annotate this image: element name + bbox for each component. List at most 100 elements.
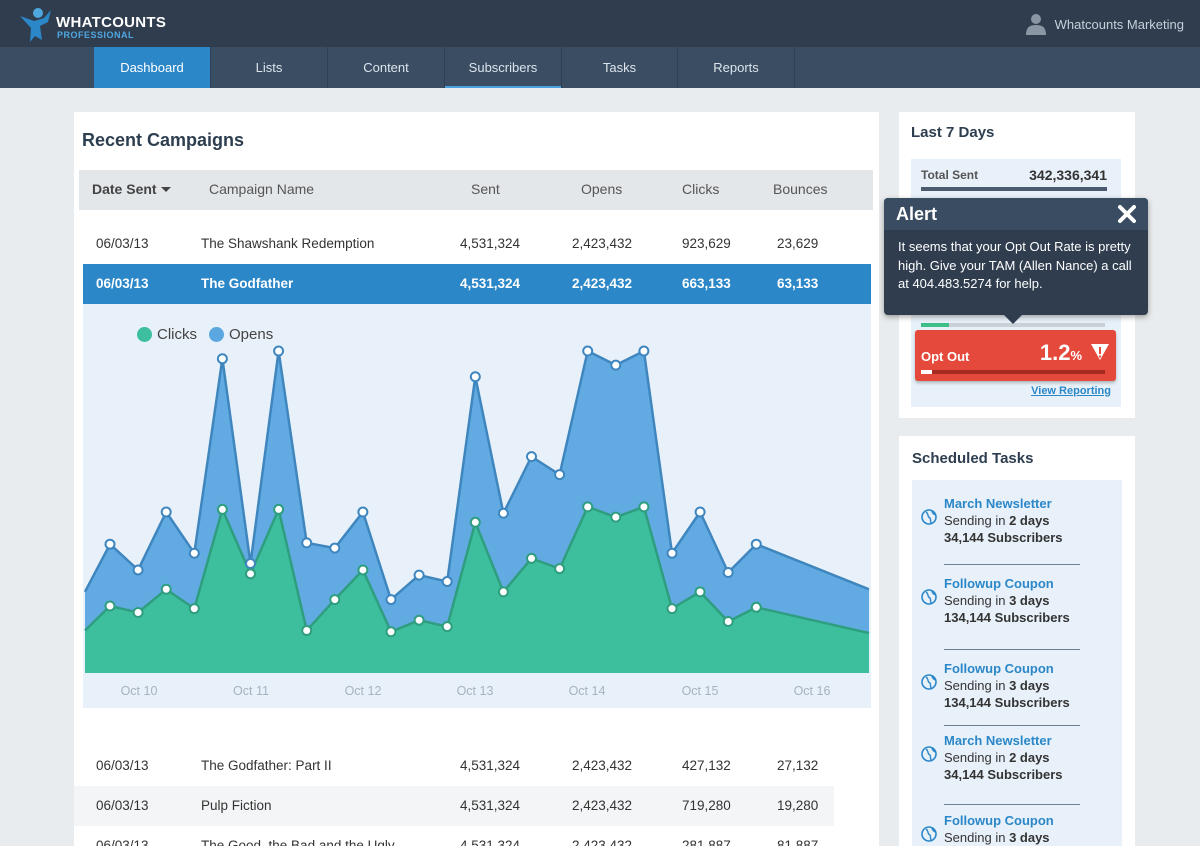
task-when-prefix: Sending in (944, 513, 1010, 528)
data-point-opens (722, 567, 734, 579)
optout-label: Opt Out (921, 349, 970, 364)
cell-bounces: 23,629 (777, 236, 819, 251)
x-tick-label: Oct 16 (793, 684, 831, 698)
data-point-opens (385, 594, 397, 606)
total-sent-value: 342,336,341 (1029, 167, 1107, 183)
task-when: Sending in 2 days (944, 750, 1050, 765)
task-item[interactable]: Followup Coupon Sending in 3 days 134,14… (912, 560, 1122, 650)
tab-reports[interactable]: Reports (678, 47, 795, 88)
tab-lists[interactable]: Lists (211, 47, 328, 88)
data-point-opens (554, 469, 566, 481)
cell-date: 06/03/13 (96, 838, 149, 846)
col-date-sent-label: Date Sent (92, 181, 157, 197)
task-item[interactable]: March Newsletter Sending in 2 days 34,14… (912, 480, 1122, 565)
legend-opens[interactable]: Opens (209, 326, 273, 343)
alert-header: Alert (884, 198, 1148, 230)
task-when-value: 3 days (1009, 678, 1050, 693)
task-item[interactable]: March Newsletter Sending in 2 days 34,14… (912, 717, 1122, 805)
tab-subscribers[interactable]: Subscribers (445, 47, 562, 88)
data-point-clicks (441, 621, 453, 633)
data-point-clicks (160, 583, 172, 595)
data-point-opens (160, 506, 172, 518)
table-row[interactable]: 06/03/13 The Good, the Bad and the Ugly … (74, 826, 834, 846)
logo-sub: PROFESSIONAL (57, 30, 135, 40)
tab-tasks[interactable]: Tasks (562, 47, 678, 88)
data-point-clicks (216, 503, 228, 515)
main-nav: Dashboard Lists Content Subscribers Task… (0, 47, 1200, 88)
task-name[interactable]: March Newsletter (944, 496, 1052, 511)
table-row[interactable]: 06/03/13 Pulp Fiction 4,531,324 2,423,43… (74, 786, 834, 826)
cell-date: 06/03/13 (96, 798, 149, 813)
data-point-clicks (722, 615, 734, 627)
tasks-list: March Newsletter Sending in 2 days 34,14… (912, 480, 1122, 846)
task-item[interactable]: Followup Coupon Sending in 3 days (912, 797, 1122, 846)
cell-sent: 4,531,324 (460, 276, 521, 291)
cell-clicks: 427,132 (682, 758, 731, 773)
optout-card[interactable]: Opt Out 1.2% (915, 330, 1116, 381)
task-when-prefix: Sending in (944, 750, 1010, 765)
task-when: Sending in 3 days (944, 830, 1050, 845)
task-name[interactable]: Followup Coupon (944, 813, 1054, 828)
data-point-opens (750, 538, 762, 550)
legend-opens-label: Opens (229, 326, 274, 343)
optout-unit: % (1070, 348, 1082, 363)
data-point-opens (357, 506, 369, 518)
cell-sent: 4,531,324 (460, 798, 521, 813)
cell-opens: 2,423,432 (572, 276, 633, 291)
task-name[interactable]: March Newsletter (944, 733, 1052, 748)
task-name[interactable]: Followup Coupon (944, 576, 1054, 591)
task-subscribers: 34,144 Subscribers (944, 767, 1063, 782)
cell-sent: 4,531,324 (460, 758, 521, 773)
recent-campaigns-panel: Recent Campaigns Date Sent Campaign Name… (74, 112, 879, 846)
col-clicks[interactable]: Clicks (682, 181, 719, 197)
data-point-clicks (188, 603, 200, 615)
total-sent-label: Total Sent (921, 168, 979, 182)
col-campaign-name[interactable]: Campaign Name (209, 181, 314, 197)
alert-popover: Alert It seems that your Opt Out Rate is… (884, 198, 1148, 324)
data-point-opens (582, 345, 594, 357)
cell-date: 06/03/13 (96, 236, 149, 251)
col-sent[interactable]: Sent (471, 181, 500, 197)
globe-icon (921, 746, 937, 762)
optout-value-number: 1.2 (1039, 340, 1071, 365)
task-when-prefix: Sending in (944, 593, 1010, 608)
alert-message: It seems that your Opt Out Rate is prett… (898, 239, 1132, 291)
cell-date: 06/03/13 (96, 758, 149, 773)
tab-dashboard[interactable]: Dashboard (94, 47, 211, 88)
alert-pointer (1004, 315, 1022, 324)
data-point-opens (638, 345, 650, 357)
data-point-clicks (497, 586, 509, 598)
data-point-opens (666, 547, 678, 559)
table-row[interactable]: 06/03/13 The Shawshank Redemption 4,531,… (74, 224, 834, 264)
col-bounces[interactable]: Bounces (773, 181, 827, 197)
tab-content[interactable]: Content (328, 47, 445, 88)
user-icon (1025, 14, 1046, 35)
data-point-opens (245, 558, 256, 570)
task-when: Sending in 2 days (944, 513, 1050, 528)
task-when-prefix: Sending in (944, 830, 1010, 845)
logo[interactable]: WHATCOUNTS PROFESSIONAL (18, 6, 178, 42)
legend-clicks-swatch (137, 327, 152, 342)
view-reporting-link[interactable]: View Reporting (1031, 385, 1111, 397)
account-menu[interactable]: Whatcounts Marketing (1025, 12, 1184, 36)
task-when-value: 3 days (1009, 830, 1050, 845)
task-when: Sending in 3 days (944, 678, 1050, 693)
logo-name: WHATCOUNTS (56, 14, 167, 31)
data-point-clicks (582, 501, 594, 513)
table-row[interactable]: 06/03/13 The Godfather: Part II 4,531,32… (74, 746, 834, 786)
task-name[interactable]: Followup Coupon (944, 661, 1054, 676)
optout-value: 1.2% (1040, 340, 1082, 366)
cell-name: The Godfather (201, 276, 294, 291)
cell-clicks: 281,887 (682, 838, 731, 846)
close-icon[interactable] (1116, 203, 1138, 225)
col-date-sent[interactable]: Date Sent (92, 181, 171, 197)
cell-name: The Good, the Bad and the Ugly (201, 838, 395, 846)
col-opens[interactable]: Opens (581, 181, 622, 197)
data-point-clicks (750, 601, 762, 613)
x-tick-label: Oct 10 (120, 684, 158, 698)
table-row-selected[interactable]: 06/03/13 The Godfather 4,531,324 2,423,4… (83, 264, 871, 304)
legend-clicks[interactable]: Clicks (137, 326, 197, 343)
task-item[interactable]: Followup Coupon Sending in 3 days 134,14… (912, 645, 1122, 726)
task-subs-count: 34,144 (944, 767, 984, 782)
x-tick-label: Oct 11 (233, 684, 269, 698)
